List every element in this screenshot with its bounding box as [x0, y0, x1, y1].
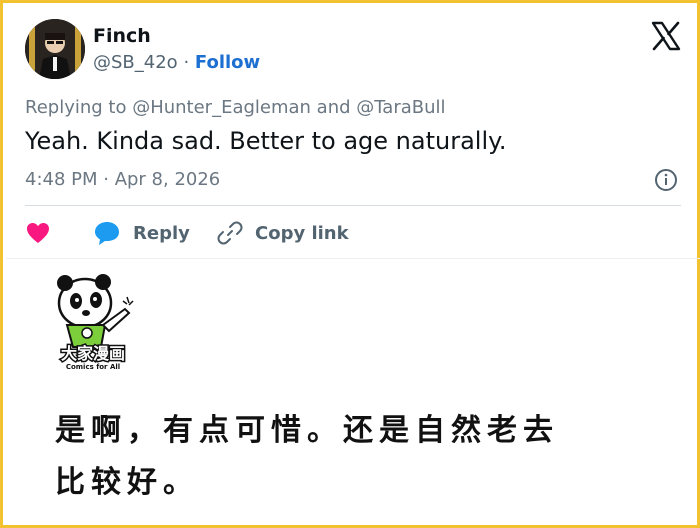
translation-text: 是啊，有点可惜。还是自然老去 比较好。	[55, 405, 655, 509]
tweet-card: Finch @SB_42o · Follow Replying to @Hunt…	[0, 0, 700, 528]
separator: ·	[183, 52, 190, 73]
comics-logo: 大家漫画 Comics for All	[57, 274, 134, 371]
x-logo-icon[interactable]	[651, 21, 681, 51]
like-button[interactable]	[25, 217, 51, 249]
copy-link-label: Copy link	[255, 222, 349, 244]
reply-label: Reply	[133, 222, 190, 244]
divider	[25, 205, 681, 206]
author-name[interactable]: Finch	[93, 25, 151, 47]
translation-line-1: 是啊，有点可惜。还是自然老去	[55, 413, 559, 448]
logo-subtitle: Comics for All	[66, 363, 120, 371]
link-icon	[217, 221, 243, 245]
avatar[interactable]	[25, 19, 85, 79]
reply-button[interactable]: Reply	[93, 217, 190, 249]
translation-line-2: 比较好。	[55, 465, 199, 500]
author-handle[interactable]: @SB_42o	[93, 52, 178, 73]
follow-button[interactable]: Follow	[195, 52, 260, 73]
info-icon[interactable]	[654, 168, 678, 192]
section-divider	[6, 258, 700, 259]
timestamp[interactable]: 4:48 PM · Apr 8, 2026	[25, 169, 220, 190]
heart-icon	[27, 223, 49, 243]
logo-title: 大家漫画	[61, 344, 125, 363]
replying-to: Replying to @Hunter_Eagleman and @TaraBu…	[25, 97, 446, 118]
tweet-text: Yeah. Kinda sad. Better to age naturally…	[25, 127, 507, 155]
copy-link-button[interactable]: Copy link	[217, 217, 349, 249]
speech-bubble-icon	[95, 222, 119, 245]
handle-row: @SB_42o · Follow	[93, 52, 260, 73]
